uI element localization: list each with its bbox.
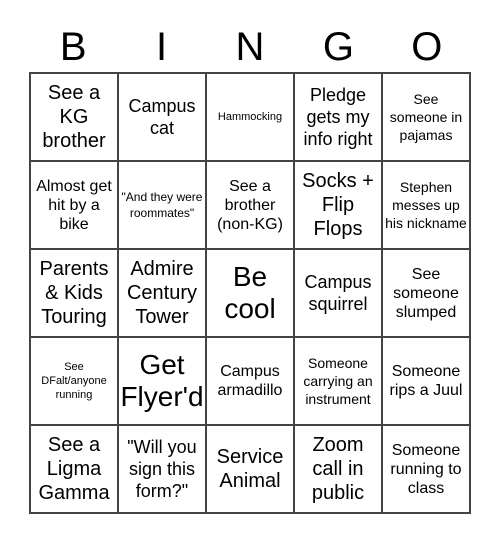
bingo-cell[interactable]: Be cool — [206, 249, 294, 337]
bingo-cell[interactable]: Someone running to class — [382, 425, 470, 513]
bingo-cell-text: See a KG brother — [42, 82, 106, 152]
header-letter-n: N — [235, 25, 265, 69]
bingo-cell-text: Someone running to class — [390, 441, 462, 497]
bingo-cell[interactable]: Zoom call in public — [294, 425, 382, 513]
bingo-cell[interactable]: "Will you sign this form?" — [118, 425, 206, 513]
bingo-cell[interactable]: Campus squirrel — [294, 249, 382, 337]
bingo-cell[interactable]: Someone carrying an instrument — [294, 337, 382, 425]
bingo-cell-text: "And they were roommates" — [121, 190, 203, 220]
bingo-cell[interactable]: See a brother (non-KG) — [206, 161, 294, 249]
bingo-cell-text: See a brother (non-KG) — [217, 177, 283, 233]
bingo-cell[interactable]: Almost get hit by a bike — [30, 161, 118, 249]
bingo-cell-text: Pledge gets my info right — [303, 85, 373, 149]
bingo-cell[interactable]: Campus cat — [118, 73, 206, 161]
header-letter-b: B — [59, 25, 87, 69]
bingo-cell-text: Someone rips a Juul — [389, 363, 463, 399]
bingo-cell-text: See DFalt/anyone running — [41, 361, 107, 401]
bingo-cell[interactable]: See a Ligma Gamma — [30, 425, 118, 513]
bingo-cell[interactable]: See a KG brother — [30, 73, 118, 161]
header-letter-i: I — [156, 25, 168, 69]
bingo-header: B I N G O — [29, 22, 471, 72]
bingo-cell[interactable]: See someone in pajamas — [382, 73, 470, 161]
header-letter-g: G — [322, 25, 354, 69]
bingo-cell[interactable]: Admire Century Tower — [118, 249, 206, 337]
bingo-cell[interactable]: Someone rips a Juul — [382, 337, 470, 425]
bingo-cell-text: Hammocking — [217, 111, 283, 123]
bingo-cell[interactable]: Stephen messes up his nickname — [382, 161, 470, 249]
bingo-cell[interactable]: Socks + Flip Flops — [294, 161, 382, 249]
bingo-cell-text: Parents & Kids Touring — [39, 258, 109, 328]
bingo-cell-text: Admire Century Tower — [126, 258, 198, 328]
bingo-cell-text: Service Animal — [216, 446, 284, 492]
bingo-cell[interactable]: Parents & Kids Touring — [30, 249, 118, 337]
bingo-cell[interactable]: Service Animal — [206, 425, 294, 513]
bingo-cell[interactable]: See DFalt/anyone running — [30, 337, 118, 425]
bingo-cell[interactable]: Hammocking — [206, 73, 294, 161]
bingo-cell-text: Get Flyer'd — [120, 349, 204, 412]
bingo-cell[interactable]: "And they were roommates" — [118, 161, 206, 249]
bingo-cell-text: "Will you sign this form?" — [127, 437, 197, 501]
bingo-cell-text: See a Ligma Gamma — [38, 434, 110, 504]
bingo-cell-text: Socks + Flip Flops — [302, 170, 374, 240]
bingo-cell[interactable]: Pledge gets my info right — [294, 73, 382, 161]
bingo-cell[interactable]: Campus armadillo — [206, 337, 294, 425]
bingo-cell-text: Campus cat — [128, 96, 196, 138]
bingo-cell-text: See someone slumped — [393, 265, 459, 321]
bingo-cell-text: Someone carrying an instrument — [303, 355, 373, 407]
bingo-cell-text: Be cool — [224, 261, 276, 324]
bingo-cell-text: Zoom call in public — [311, 434, 365, 504]
bingo-cell-text: Almost get hit by a bike — [36, 177, 112, 233]
bingo-grid: See a KG brother Campus cat Hammocking Pled… — [29, 72, 471, 514]
bingo-cell[interactable]: See someone slumped — [382, 249, 470, 337]
bingo-cell-text: Stephen messes up his nickname — [385, 179, 467, 231]
header-letter-o: O — [411, 25, 443, 69]
bingo-cell[interactable]: Get Flyer'd — [118, 337, 206, 425]
bingo-cell-text: See someone in pajamas — [389, 91, 463, 143]
bingo-cell-text: Campus armadillo — [217, 363, 283, 399]
bingo-cell-text: Campus squirrel — [304, 272, 372, 314]
